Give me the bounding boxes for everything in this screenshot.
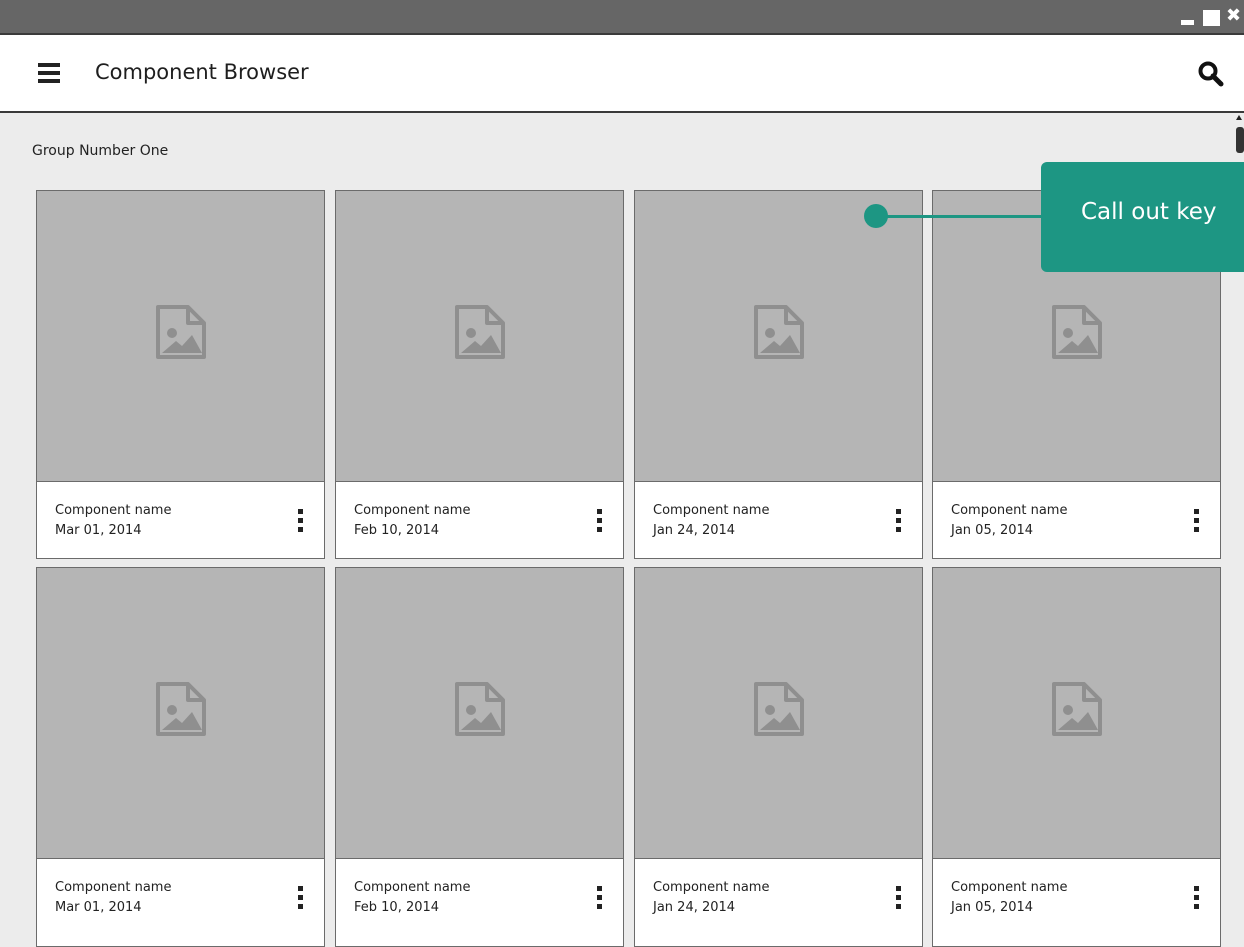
image-placeholder-icon	[455, 682, 505, 736]
image-placeholder-icon	[455, 305, 505, 359]
search-icon[interactable]	[1198, 61, 1224, 87]
card-meta: Component name Jan 05, 2014	[951, 878, 1067, 918]
component-name: Component name	[354, 503, 471, 518]
more-options-icon[interactable]	[1191, 509, 1201, 535]
card-meta: Component name Feb 10, 2014	[354, 501, 470, 541]
component-card[interactable]: Component name Feb 10, 2014	[335, 190, 624, 559]
card-meta: Component name Mar 01, 2014	[55, 878, 171, 918]
component-date: Jan 24, 2014	[653, 523, 736, 538]
more-options-icon[interactable]	[1191, 886, 1201, 912]
component-date: Feb 10, 2014	[354, 900, 440, 915]
component-name: Component name	[55, 880, 172, 895]
card-meta: Component name Jan 24, 2014	[653, 501, 769, 541]
more-options-icon[interactable]	[295, 886, 305, 912]
component-card[interactable]: Component name Mar 01, 2014	[36, 190, 325, 559]
component-thumbnail	[37, 568, 324, 859]
image-placeholder-icon	[754, 305, 804, 359]
page-title: Component Browser	[95, 60, 309, 84]
callout-marker	[864, 204, 888, 228]
component-date: Mar 01, 2014	[55, 900, 142, 915]
more-options-icon[interactable]	[295, 509, 305, 535]
component-date: Jan 05, 2014	[951, 523, 1034, 538]
scroll-up-icon[interactable]	[1236, 115, 1242, 120]
callout-connector	[876, 215, 1046, 218]
hamburger-menu-icon[interactable]	[38, 63, 60, 83]
component-name: Component name	[653, 880, 770, 895]
image-placeholder-icon	[1052, 682, 1102, 736]
card-meta: Component name Jan 05, 2014	[951, 501, 1067, 541]
card-meta: Component name Feb 10, 2014	[354, 878, 470, 918]
maximize-icon[interactable]	[1203, 10, 1220, 26]
component-thumbnail	[336, 191, 623, 482]
card-meta: Component name Mar 01, 2014	[55, 501, 171, 541]
card-meta: Component name Jan 24, 2014	[653, 878, 769, 918]
component-card[interactable]: Component name Jan 24, 2014	[634, 567, 923, 947]
close-icon[interactable]: ✖	[1226, 6, 1241, 26]
component-date: Jan 24, 2014	[653, 900, 736, 915]
minimize-icon[interactable]	[1181, 20, 1194, 25]
more-options-icon[interactable]	[893, 886, 903, 912]
scroll-thumb[interactable]	[1236, 127, 1244, 153]
component-thumbnail	[336, 568, 623, 859]
component-date: Feb 10, 2014	[354, 523, 440, 538]
component-name: Component name	[951, 880, 1068, 895]
image-placeholder-icon	[156, 305, 206, 359]
component-name: Component name	[653, 503, 770, 518]
component-date: Jan 05, 2014	[951, 900, 1034, 915]
app-bar: Component Browser	[0, 35, 1244, 113]
component-card[interactable]: Component name Jan 24, 2014	[634, 190, 923, 559]
component-card[interactable]: Component name Jan 05, 2014	[932, 567, 1221, 947]
image-placeholder-icon	[156, 682, 206, 736]
image-placeholder-icon	[754, 682, 804, 736]
component-thumbnail	[635, 191, 922, 482]
component-card[interactable]: Component name Mar 01, 2014	[36, 567, 325, 947]
callout-key: Call out key	[1041, 162, 1244, 272]
more-options-icon[interactable]	[594, 509, 604, 535]
more-options-icon[interactable]	[594, 886, 604, 912]
callout-text: Call out key	[1081, 199, 1217, 225]
component-name: Component name	[951, 503, 1068, 518]
component-card[interactable]: Component name Feb 10, 2014	[335, 567, 624, 947]
component-name: Component name	[354, 880, 471, 895]
component-name: Component name	[55, 503, 172, 518]
group-label: Group Number One	[32, 143, 169, 159]
component-date: Mar 01, 2014	[55, 523, 142, 538]
component-thumbnail	[635, 568, 922, 859]
component-thumbnail	[37, 191, 324, 482]
image-placeholder-icon	[1052, 305, 1102, 359]
component-thumbnail	[933, 568, 1220, 859]
window-titlebar: ✖	[0, 0, 1244, 35]
more-options-icon[interactable]	[893, 509, 903, 535]
